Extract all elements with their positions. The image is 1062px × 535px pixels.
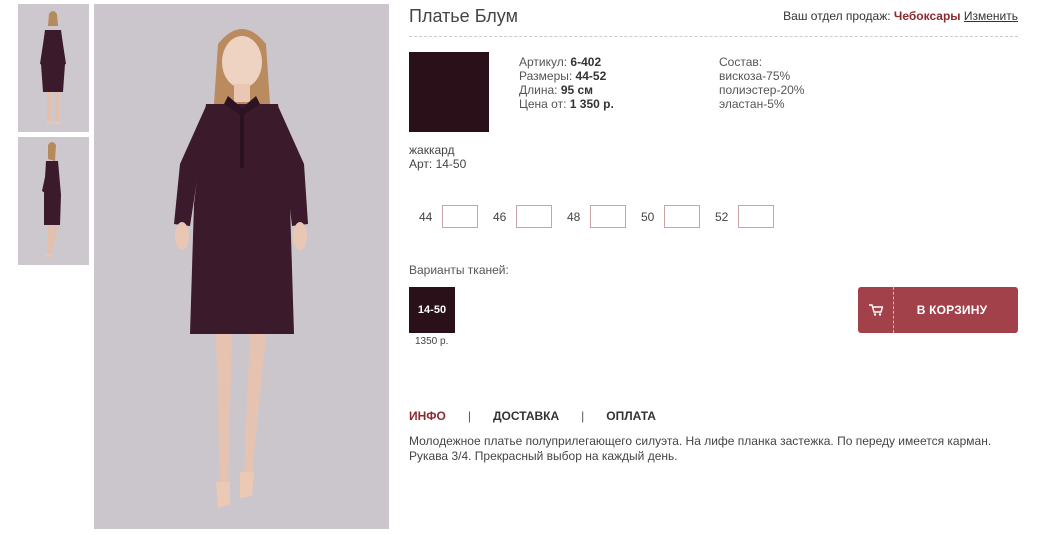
- change-region-link[interactable]: Изменить: [964, 9, 1018, 23]
- article-label: Артикул:: [519, 55, 568, 69]
- size-label: 44: [419, 209, 433, 224]
- fabric-variants-label: Варианты тканей:: [409, 263, 509, 277]
- size-label: 50: [641, 209, 655, 224]
- sizes-label: Размеры:: [519, 69, 573, 83]
- cart-icon: [858, 287, 894, 333]
- product-description: Молодежное платье полуприлегающего силуэ…: [409, 434, 992, 463]
- size-quantity-input-48[interactable]: [590, 205, 626, 228]
- sales-region: Ваш отдел продаж: Чебоксары Изменить: [783, 9, 1018, 23]
- size-label: 48: [567, 209, 581, 224]
- sales-region-city: Чебоксары: [893, 9, 961, 23]
- add-to-cart-button[interactable]: В КОРЗИНУ: [858, 287, 1018, 333]
- thumbnail-side[interactable]: [18, 137, 89, 265]
- fabric-variant-tile[interactable]: 14-50: [409, 287, 455, 333]
- composition-item: вискоза-75%: [719, 69, 791, 83]
- composition-item: полиэстер-20%: [719, 83, 805, 97]
- fabric-art: Арт: 14-50: [409, 157, 467, 171]
- product-title: Платье Блум: [409, 6, 518, 26]
- fabric-info: жаккард Арт: 14-50: [409, 143, 466, 171]
- size-group-50: 50: [641, 205, 700, 228]
- size-group-46: 46: [493, 205, 552, 228]
- tab-delivery[interactable]: ДОСТАВКА: [493, 409, 559, 423]
- tab-info[interactable]: ИНФО: [409, 409, 446, 423]
- size-quantity-row: 44 46 48 50 52: [419, 205, 789, 228]
- fabric-swatch: [409, 52, 489, 132]
- tab-payment[interactable]: ОПЛАТА: [606, 409, 656, 423]
- thumbnail-front[interactable]: [18, 4, 89, 132]
- sizes-value: 44-52: [575, 69, 607, 83]
- size-quantity-input-46[interactable]: [516, 205, 552, 228]
- size-group-48: 48: [567, 205, 626, 228]
- dress-photo-thumb-side: [18, 137, 89, 265]
- length-value: 95 см: [560, 83, 594, 97]
- fabric-variant-code: 14-50: [417, 304, 447, 316]
- composition-item: эластан-5%: [719, 97, 785, 111]
- size-label: 46: [493, 209, 507, 224]
- dress-photo-thumb-front: [18, 4, 89, 132]
- size-group-44: 44: [419, 205, 478, 228]
- price-label: Цена от:: [519, 97, 567, 111]
- price-value: 1 350 р.: [569, 97, 614, 111]
- composition: Состав: вискоза-75% полиэстер-20% эласта…: [719, 55, 804, 111]
- composition-label: Состав:: [719, 55, 763, 69]
- size-quantity-input-44[interactable]: [442, 205, 478, 228]
- add-to-cart-label: В КОРЗИНУ: [916, 303, 988, 317]
- length-label: Длина:: [519, 83, 558, 97]
- sales-region-label: Ваш отдел продаж:: [783, 9, 891, 23]
- size-group-52: 52: [715, 205, 774, 228]
- info-tabs: ИНФО | ДОСТАВКА | ОПЛАТА: [409, 409, 656, 423]
- product-specs: Артикул: 6-402 Размеры: 44-52 Длина: 95 …: [519, 55, 614, 111]
- size-quantity-input-52[interactable]: [738, 205, 774, 228]
- tab-separator: |: [467, 409, 471, 423]
- divider: [409, 36, 1018, 37]
- fabric-name: жаккард: [409, 143, 455, 157]
- main-product-photo[interactable]: [94, 4, 389, 529]
- article-value: 6-402: [570, 55, 602, 69]
- size-label: 52: [715, 209, 729, 224]
- dress-photo-main: [94, 4, 389, 529]
- tab-separator: |: [581, 409, 585, 423]
- fabric-variant-price: 1350 р.: [415, 336, 449, 347]
- size-quantity-input-50[interactable]: [664, 205, 700, 228]
